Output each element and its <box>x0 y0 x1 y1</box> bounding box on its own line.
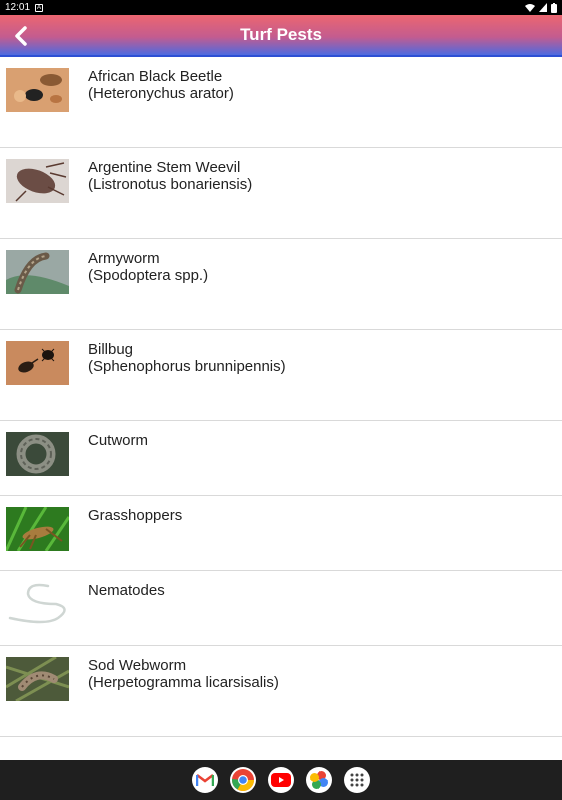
argentine-stem-weevil-thumbnail <box>6 159 69 203</box>
wifi-icon <box>525 4 535 12</box>
grasshoppers-thumbnail <box>6 507 69 551</box>
youtube-icon[interactable] <box>268 767 294 793</box>
list-item[interactable]: African Black Beetle (Heteronychus arato… <box>0 57 562 148</box>
armyworm-thumbnail <box>6 250 69 294</box>
status-bar: 12:01 A <box>0 0 562 15</box>
status-time: 12:01 <box>5 2 31 13</box>
signal-icon <box>539 3 547 12</box>
african-black-beetle-thumbnail <box>6 68 69 112</box>
navigation-dock <box>0 760 562 800</box>
pest-scientific-name: (Spodoptera spp.) <box>88 267 209 284</box>
pest-name: Argentine Stem Weevil <box>88 159 241 176</box>
photos-icon[interactable] <box>306 767 332 793</box>
page-title: Turf Pests <box>240 25 322 44</box>
pest-name: Grasshoppers <box>88 507 183 524</box>
app-bar: Turf Pests <box>0 15 562 57</box>
list-item[interactable]: Cutworm <box>0 421 562 496</box>
cutworm-thumbnail <box>6 432 69 476</box>
list-item[interactable]: Argentine Stem Weevil (Listronotus bonar… <box>0 148 562 239</box>
pest-scientific-name: (Listronotus bonariensis) <box>88 176 253 193</box>
pest-name: Armyworm <box>88 250 160 267</box>
chrome-icon[interactable] <box>230 767 256 793</box>
list-item[interactable]: Sod Webworm (Herpetogramma licarsisalis) <box>0 646 562 737</box>
gmail-icon[interactable] <box>192 767 218 793</box>
sod-webworm-thumbnail <box>6 657 69 701</box>
back-button[interactable] <box>8 23 34 49</box>
billbug-thumbnail <box>6 341 69 385</box>
pest-scientific-name: (Sphenophorus brunnipennis) <box>88 358 286 375</box>
pest-name: Cutworm <box>88 432 149 449</box>
list-item[interactable]: Grasshoppers <box>0 496 562 571</box>
list-item[interactable]: Nematodes <box>0 571 562 646</box>
battery-icon <box>551 2 557 13</box>
app-drawer-icon[interactable] <box>344 767 370 793</box>
nematodes-thumbnail <box>6 582 69 626</box>
list-item[interactable]: Armyworm (Spodoptera spp.) <box>0 239 562 330</box>
pest-name: Billbug <box>88 341 134 358</box>
list-item[interactable]: Billbug (Sphenophorus brunnipennis) <box>0 330 562 421</box>
pest-scientific-name: (Heteronychus arator) <box>88 85 234 102</box>
pest-name: African Black Beetle <box>88 68 223 85</box>
chevron-left-icon <box>15 26 27 46</box>
pest-name: Nematodes <box>88 582 165 599</box>
notification-icon: A <box>35 3 44 12</box>
pest-name: Sod Webworm <box>88 657 187 674</box>
pest-list[interactable]: African Black Beetle (Heteronychus arato… <box>0 57 562 760</box>
pest-scientific-name: (Herpetogramma licarsisalis) <box>88 674 279 691</box>
